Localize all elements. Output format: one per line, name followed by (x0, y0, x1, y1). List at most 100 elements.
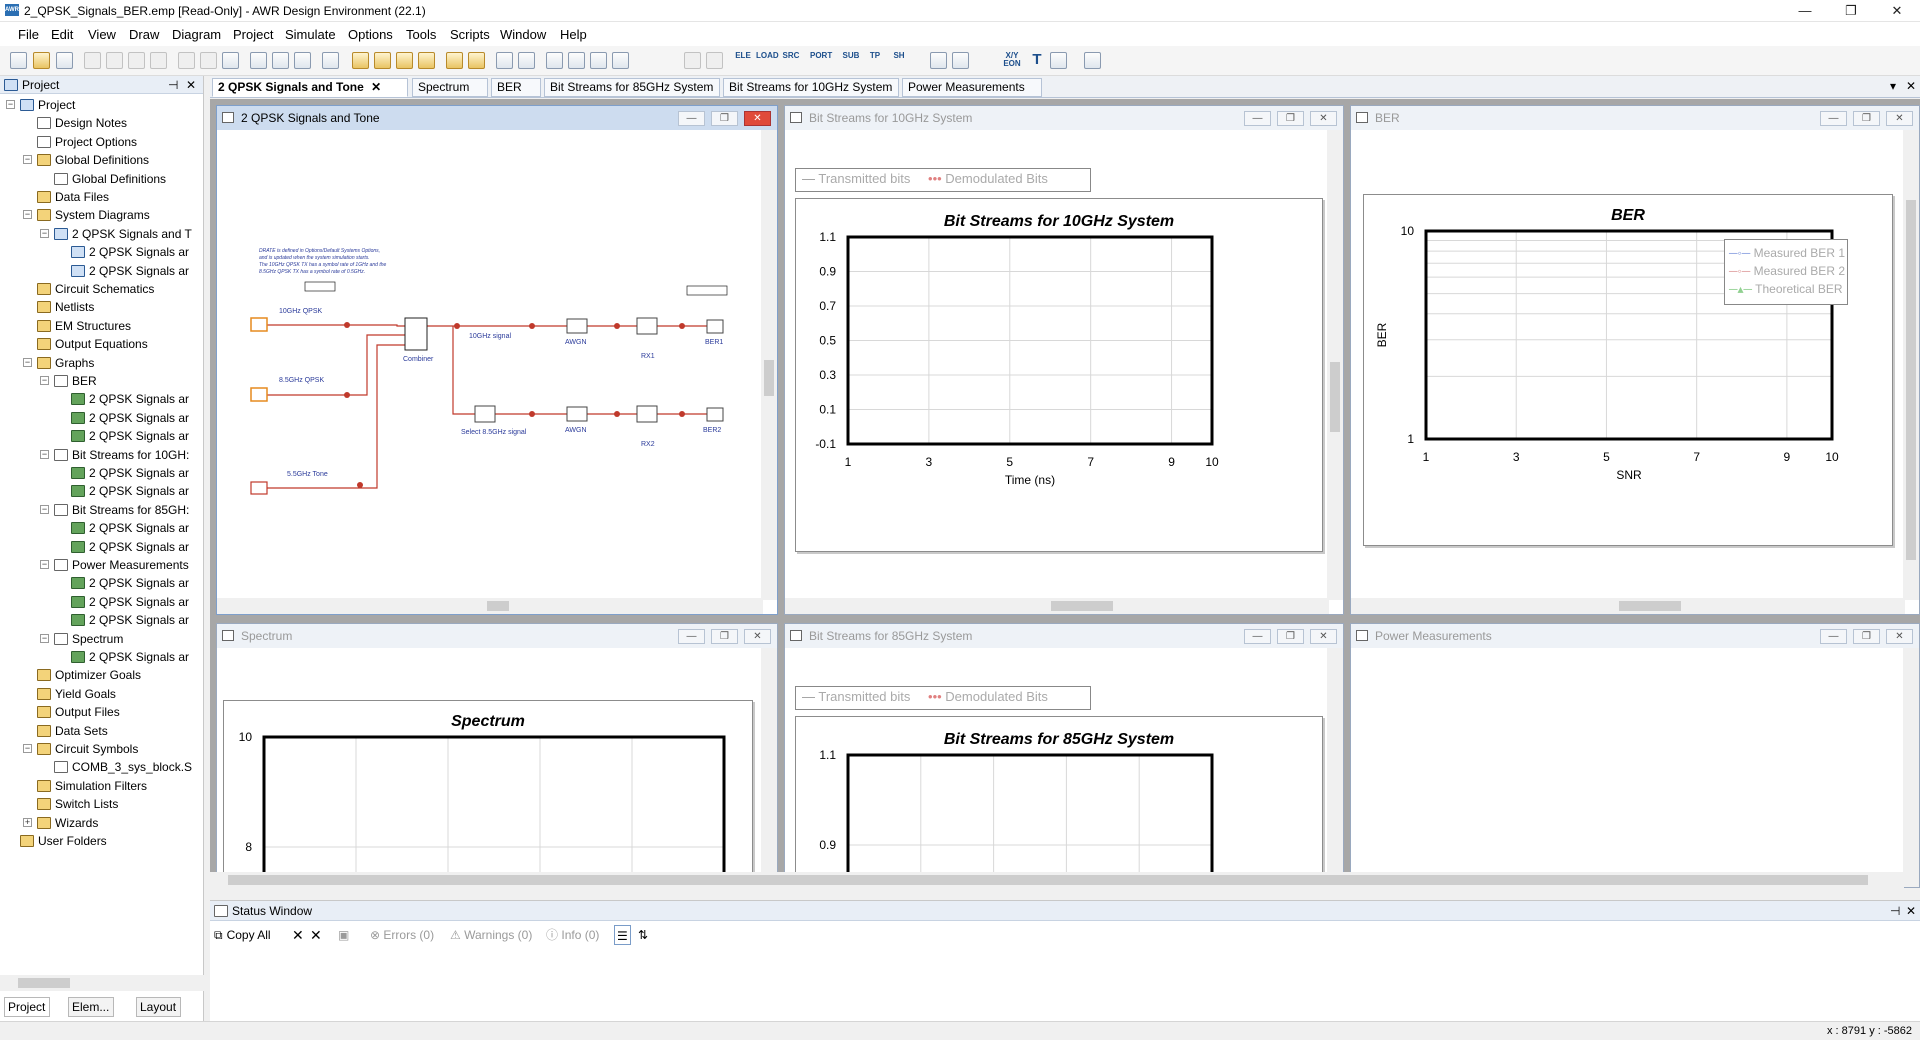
open-folder-icon[interactable] (33, 52, 50, 69)
menu-window[interactable]: Window (500, 27, 546, 42)
tune-icon[interactable] (496, 52, 513, 69)
bits10-vscroll-thumb[interactable] (1330, 362, 1340, 432)
close-window-button[interactable]: ✕ (1874, 0, 1920, 22)
ground-icon[interactable]: SH (888, 52, 910, 69)
tree-item[interactable]: − System Diagrams (23, 206, 150, 224)
redo-icon[interactable] (200, 52, 217, 69)
minimize-window-button[interactable]: — (1244, 111, 1271, 126)
schematic-hscroll-thumb[interactable] (487, 601, 509, 611)
menu-draw[interactable]: Draw (129, 27, 159, 42)
menu-edit[interactable]: Edit (51, 27, 73, 42)
expand-icon[interactable]: + (23, 817, 32, 827)
tree-item[interactable]: + Wizards (23, 814, 98, 832)
tree-item[interactable]: − Spectrum (40, 630, 123, 648)
awgn-block-2[interactable] (566, 406, 588, 422)
errors-filter[interactable]: ⊗ Errors (0) (370, 925, 434, 945)
tree-item[interactable]: 2 QPSK Signals ar (71, 482, 189, 500)
qpsk-source-2[interactable] (250, 387, 268, 402)
tree-item[interactable]: Yield Goals (37, 685, 116, 703)
clear-all-button[interactable]: ✕ (310, 925, 322, 945)
restore-window-button[interactable]: ❐ (1277, 629, 1304, 644)
wire-icon[interactable] (930, 52, 947, 69)
tree-item[interactable]: Design Notes (37, 114, 127, 132)
add-graph-icon[interactable] (396, 52, 413, 69)
power-measurements-window[interactable]: Power Measurements — ❐ ✕ (1350, 623, 1920, 888)
close-document-icon[interactable]: ✕ (1906, 79, 1916, 93)
minimize-window-button[interactable]: — (678, 629, 705, 644)
view-area-icon[interactable] (322, 52, 339, 69)
collapse-icon[interactable]: − (6, 100, 15, 109)
close-window-child-button[interactable]: ✕ (1886, 629, 1913, 644)
minimize-window-button[interactable]: — (1244, 629, 1271, 644)
restore-window-button[interactable]: ❐ (1277, 111, 1304, 126)
source-icon[interactable]: SRC (780, 52, 802, 69)
simulate-icon[interactable] (446, 52, 463, 69)
tree-item[interactable]: Data Sets (37, 722, 108, 740)
tab-bit-streams-10ghz[interactable]: Bit Streams for 10GHz System (723, 78, 899, 97)
tab-ber[interactable]: BER (491, 78, 541, 97)
restore-window-button[interactable]: ❐ (1853, 629, 1880, 644)
menu-simulate[interactable]: Simulate (285, 27, 336, 42)
variable-browser-icon[interactable] (612, 52, 629, 69)
tree-item[interactable]: − Project (6, 96, 75, 114)
warnings-filter[interactable]: ⚠ Warnings (0) (450, 925, 532, 945)
tree-item[interactable]: 2 QPSK Signals ar (71, 593, 189, 611)
tree-item[interactable]: 2 QPSK Signals ar (71, 648, 189, 666)
tree-item[interactable]: Project Options (37, 133, 137, 151)
sort-button[interactable]: ⇅ (638, 925, 648, 945)
print-icon[interactable] (952, 52, 969, 69)
cut-icon[interactable] (84, 52, 101, 69)
tree-item[interactable]: − Bit Streams for 85GH: (40, 501, 189, 519)
tree-item[interactable]: 2 QPSK Signals ar (71, 574, 189, 592)
minimize-button[interactable]: — (1782, 0, 1828, 22)
combiner-block[interactable] (404, 317, 428, 351)
collapse-icon[interactable]: − (40, 504, 49, 514)
ber-meter-1[interactable] (706, 319, 724, 334)
tree-item[interactable]: 2 QPSK Signals ar (71, 519, 189, 537)
menu-options[interactable]: Options (348, 27, 393, 42)
save-icon[interactable] (56, 52, 73, 69)
qpsk-source-1[interactable] (250, 317, 268, 332)
tree-item[interactable]: 2 QPSK Signals ar (71, 390, 189, 408)
pin-icon[interactable]: ⊣ (168, 76, 178, 94)
schematic-horizontal-scrollbar[interactable] (217, 598, 763, 614)
optimize-icon[interactable] (518, 52, 535, 69)
tabs-dropdown-icon[interactable]: ▾ (1890, 79, 1896, 93)
new-file-icon[interactable] (10, 52, 27, 69)
tree-item[interactable]: Simulation Filters (37, 777, 147, 795)
restore-window-button[interactable]: ❐ (1853, 111, 1880, 126)
spectrum-window[interactable]: Spectrum —❐✕ Spectrum 1086 (216, 623, 778, 888)
close-window-child-button[interactable]: ✕ (1310, 629, 1337, 644)
select-filter-block[interactable] (474, 405, 496, 423)
collapse-icon[interactable]: − (23, 155, 32, 165)
add-system-diagram-icon[interactable] (374, 52, 391, 69)
receiver-block-1[interactable] (636, 317, 658, 335)
receiver-block-2[interactable] (636, 405, 658, 423)
tree-item[interactable]: − Bit Streams for 10GH: (40, 446, 189, 464)
tree-item[interactable]: − Global Definitions (23, 151, 149, 169)
info-filter[interactable]: ⓘ Info (0) (546, 925, 599, 945)
tune-tool-icon[interactable] (568, 52, 585, 69)
tab-2-qpsk-signals-and-tone[interactable]: 2 QPSK Signals and Tone ✕ (212, 78, 408, 97)
text-tool-icon[interactable]: T (1030, 52, 1044, 69)
close-window-child-button[interactable]: ✕ (744, 629, 771, 644)
copy-all-button[interactable]: ⧉ Copy All (214, 925, 271, 945)
tab-project-bottom[interactable]: Project (4, 997, 51, 1017)
tree-item[interactable]: Data Files (37, 188, 109, 206)
tree-item[interactable]: 2 QPSK Signals ar (71, 611, 189, 629)
tree-item[interactable]: 2 QPSK Signals ar (71, 409, 189, 427)
minimize-window-button[interactable]: — (678, 111, 705, 126)
tree-item[interactable]: − Power Measurements (40, 556, 189, 574)
menu-tools[interactable]: Tools (406, 27, 436, 42)
close-panel-icon[interactable]: ✕ (186, 76, 196, 94)
bit-streams-85ghz-window[interactable]: Bit Streams for 85GHz System — ❐ ✕ — Trans… (784, 623, 1344, 888)
schematic-vertical-scrollbar[interactable] (761, 130, 777, 600)
close-status-icon[interactable]: ✕ (1906, 901, 1916, 921)
schematic-window[interactable]: 2 QPSK Signals and Tone — ❐ ✕ DRATE is def… (216, 105, 778, 615)
delete-icon[interactable] (150, 52, 167, 69)
ber-hscroll-thumb[interactable] (1619, 601, 1681, 611)
close-tab-icon[interactable]: ✕ (371, 80, 381, 94)
add-schematic-icon[interactable] (352, 52, 369, 69)
ber-horizontal-scrollbar[interactable] (1351, 598, 1905, 614)
workspace-horizontal-scrollbar[interactable] (210, 872, 1904, 888)
